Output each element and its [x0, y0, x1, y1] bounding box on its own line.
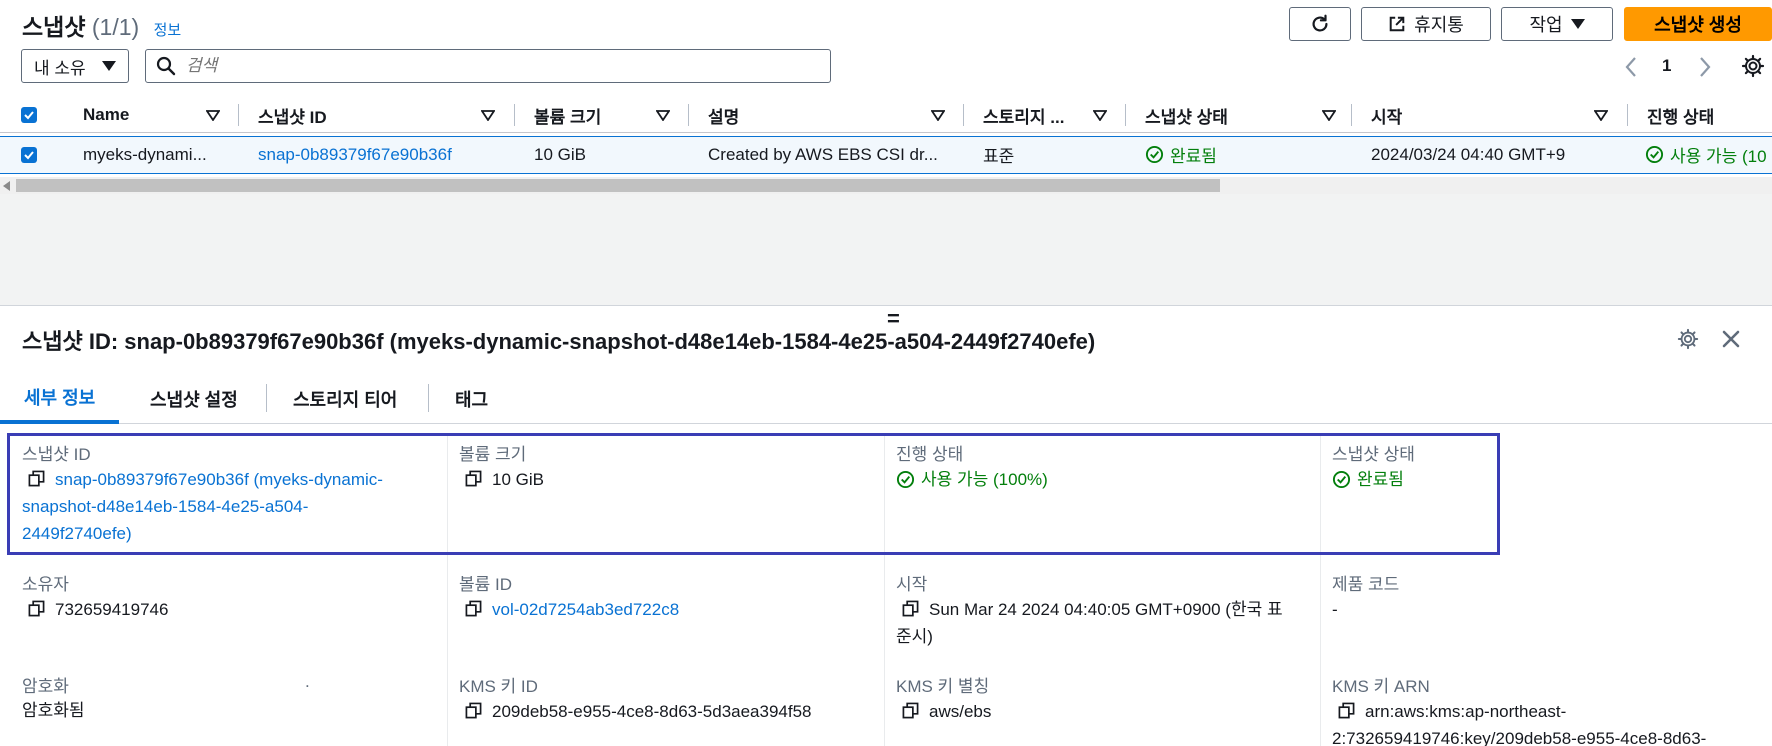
column-header-started[interactable]: 시작	[1371, 97, 1402, 133]
label-kms-alias: KMS 키 별칭	[896, 677, 990, 696]
cell-snapshot-id-link[interactable]: snap-0b89379f67e90b36f	[258, 137, 452, 172]
owner-filter-select[interactable]: 내 소유	[21, 49, 129, 83]
value-owner: 732659419746	[28, 596, 168, 623]
sort-icon	[1322, 110, 1336, 121]
recycle-bin-button[interactable]: 휴지통	[1361, 7, 1491, 41]
next-page-button[interactable]	[1698, 56, 1712, 78]
label-product-code: 제품 코드	[1332, 575, 1400, 594]
value-started: Sun Mar 24 2024 04:40:05 GMT+0900 (한국 표 …	[896, 600, 1283, 646]
copy-icon[interactable]	[902, 702, 919, 719]
success-check-icon	[1645, 145, 1664, 164]
empty-table-area	[0, 194, 1772, 306]
cell-storage-tier: 표준	[983, 147, 1015, 166]
search-input[interactable]	[186, 56, 786, 76]
column-header-storage-tier[interactable]: 스토리지 ...	[983, 97, 1064, 133]
value-kms-key-id: 209deb58-e955-4ce8-8d63-5d3aea394f58	[465, 698, 812, 725]
label-owner: 소유자	[22, 575, 69, 594]
caret-down-icon	[102, 61, 116, 71]
copy-icon[interactable]	[465, 600, 482, 617]
table-row[interactable]: myeks-dynami... snap-0b89379f67e90b36f 1…	[0, 136, 1772, 174]
copy-icon[interactable]	[28, 600, 45, 617]
sort-icon	[656, 110, 670, 121]
label-kms-arn: KMS 키 ARN	[1332, 677, 1430, 696]
search-icon	[156, 56, 176, 76]
highlight-box	[7, 433, 1500, 555]
detail-title: 스냅샷 ID: snap-0b89379f67e90b36f (myeks-dy…	[22, 329, 1096, 354]
selection-count: (1/1)	[91, 14, 140, 40]
table-header: Name 스냅샷 ID 볼륨 크기 설명 스토리지 ... 스냅샷 상태 시작 …	[0, 97, 1772, 133]
sort-icon	[931, 110, 945, 121]
stray-dot: .	[305, 672, 310, 691]
scrollbar-thumb[interactable]	[16, 179, 1220, 192]
sort-icon	[1093, 110, 1107, 121]
column-header-volume-size[interactable]: 볼륨 크기	[534, 97, 601, 133]
cell-snapshot-status: 완료됨	[1145, 137, 1217, 172]
success-check-icon	[1145, 145, 1164, 164]
value-kms-arn: arn:aws:kms:ap-northeast- 2:732659419746…	[1332, 702, 1707, 746]
value-volume-id: vol-02d7254ab3ed722c8	[465, 596, 679, 623]
actions-button[interactable]: 작업	[1501, 7, 1613, 41]
cell-description: Created by AWS EBS CSI dr...	[708, 144, 938, 164]
sort-icon	[1594, 110, 1608, 121]
label-started: 시작	[896, 575, 928, 594]
close-panel-button[interactable]	[1721, 329, 1741, 349]
check-icon	[24, 150, 34, 159]
cell-name: myeks-dynami...	[83, 144, 207, 164]
volume-id-link[interactable]: vol-02d7254ab3ed722c8	[492, 600, 679, 619]
chevron-right-icon	[1700, 57, 1711, 77]
cell-volume-size: 10 GiB	[534, 144, 586, 164]
refresh-button[interactable]	[1289, 7, 1351, 41]
value-encryption: 암호화됨	[22, 701, 85, 720]
search-box	[145, 49, 831, 83]
tab-snapshot-settings[interactable]: 스냅샷 설정	[150, 374, 238, 424]
column-header-snapshot-status[interactable]: 스냅샷 상태	[1145, 97, 1228, 133]
sort-icon	[206, 110, 220, 121]
refresh-icon	[1312, 14, 1328, 32]
create-snapshot-button[interactable]: 스냅샷 생성	[1624, 7, 1772, 41]
chevron-left-icon	[1625, 57, 1636, 77]
cell-started: 2024/03/24 04:40 GMT+9	[1371, 144, 1566, 164]
detail-preferences-button[interactable]	[1677, 328, 1699, 350]
row-checkbox[interactable]	[21, 137, 37, 172]
sort-icon	[481, 110, 495, 121]
page-title: 스냅샷 (1/1) 정보	[22, 14, 182, 40]
column-header-snapshot-id[interactable]: 스냅샷 ID	[258, 97, 327, 133]
tab-details[interactable]: 세부 정보	[0, 374, 120, 424]
gear-icon	[1677, 328, 1699, 350]
gear-icon	[1741, 54, 1765, 78]
column-header-progress[interactable]: 진행 상태	[1647, 97, 1714, 133]
tab-storage-tier[interactable]: 스토리지 티어	[293, 374, 397, 424]
previous-page-button[interactable]	[1624, 56, 1638, 78]
label-kms-key-id: KMS 키 ID	[459, 677, 538, 696]
caret-down-icon	[1570, 19, 1585, 29]
value-kms-alias: aws/ebs	[902, 698, 991, 725]
table-preferences-button[interactable]	[1741, 54, 1765, 78]
close-icon	[1722, 330, 1740, 348]
label-encryption: 암호화	[22, 677, 69, 696]
tab-tags[interactable]: 태그	[455, 374, 488, 424]
label-volume-id: 볼륨 ID	[459, 575, 513, 594]
value-product-code: -	[1332, 600, 1338, 619]
info-link[interactable]: 정보	[154, 22, 182, 39]
page-number[interactable]: 1	[1662, 56, 1671, 76]
scroll-left-arrow-icon[interactable]	[3, 181, 11, 191]
column-header-description[interactable]: 설명	[708, 97, 739, 133]
column-header-name[interactable]: Name	[83, 97, 129, 133]
external-link-icon	[1389, 16, 1405, 32]
detail-tabs: 세부 정보 스냅샷 설정 스토리지 티어 태그	[0, 374, 1772, 424]
cell-progress: 사용 가능 (10	[1645, 137, 1772, 172]
copy-icon[interactable]	[1338, 702, 1355, 719]
check-icon	[24, 111, 34, 120]
copy-icon[interactable]	[465, 702, 482, 719]
copy-icon[interactable]	[902, 600, 919, 617]
select-all-checkbox[interactable]	[21, 97, 37, 133]
